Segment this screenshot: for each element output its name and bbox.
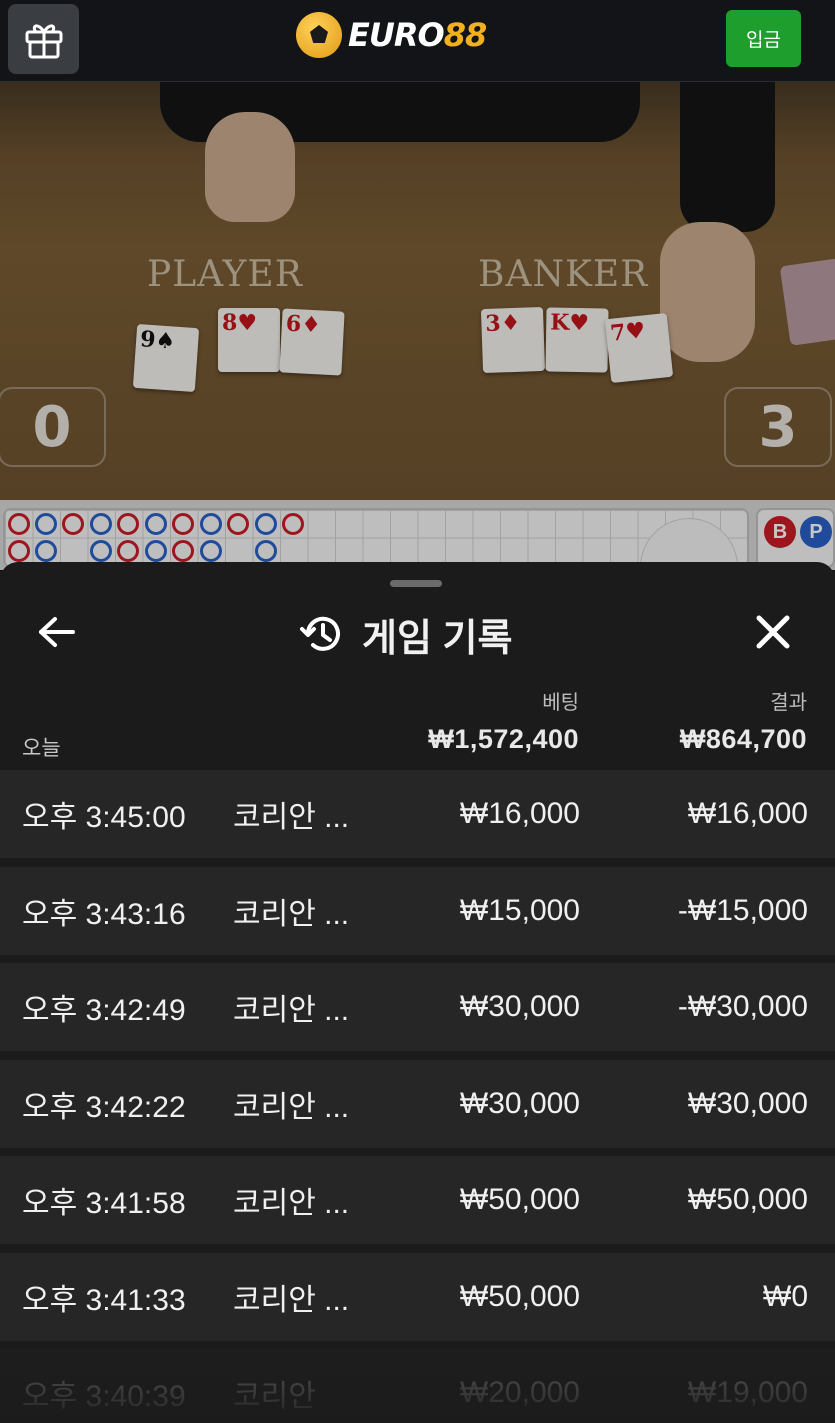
row-game: 코리안 ... <box>233 801 350 834</box>
history-row[interactable]: 오후 3:41:33 코리안 ... ₩50,000 ₩0 <box>0 1252 835 1341</box>
sheet-header: 게임 기록 <box>300 606 512 662</box>
banker-label: BANKER <box>478 254 649 295</box>
row-time: 오후 3:41:58 <box>22 1187 186 1220</box>
row-bet: ₩20,000 <box>459 1376 580 1409</box>
gift-icon <box>25 24 62 59</box>
result-column-header: 결과 <box>770 692 807 714</box>
road-dot-banker <box>117 513 139 535</box>
game-history-sheet: 게임 기록 베팅 결과 오늘 ₩1,572,400 ₩864,700 오후 3:… <box>0 562 835 1423</box>
road-dot-banker <box>227 513 249 535</box>
sheet-title: 게임 기록 <box>362 617 513 660</box>
row-game: 코리안 ... <box>233 1283 350 1317</box>
row-game: 코리안 ... <box>233 994 350 1027</box>
row-time: 오후 3:45:00 <box>22 801 186 834</box>
road-dot-player <box>255 513 277 535</box>
banker-card-3: 7♥ <box>604 312 674 384</box>
row-time: 오후 3:42:22 <box>22 1090 186 1124</box>
close-button[interactable] <box>748 608 798 656</box>
road-dot-banker <box>8 540 30 562</box>
row-result: ₩16,000 <box>687 797 808 830</box>
history-icon <box>300 616 340 651</box>
arrow-left-icon <box>39 617 75 647</box>
road-dot-banker <box>172 540 194 562</box>
euro88-logo[interactable]: EURO88 <box>296 10 488 60</box>
row-time: 오후 3:40:39 <box>22 1380 186 1413</box>
banker-card-1: 3♦ <box>480 306 546 374</box>
road-dot-banker <box>117 540 139 562</box>
player-ask-button[interactable]: P <box>800 516 832 548</box>
logo-text: EURO88 <box>348 16 488 54</box>
road-dot-player <box>200 540 222 562</box>
soccer-ball-icon <box>296 12 342 58</box>
dealer-right-hand <box>660 222 755 362</box>
road-dot-banker <box>282 513 304 535</box>
player-score: 0 <box>0 387 106 467</box>
history-row[interactable]: 오후 3:45:00 코리안 ... ₩16,000 ₩16,000 <box>0 770 835 858</box>
row-result: ₩19,000 <box>687 1376 808 1409</box>
row-time: 오후 3:42:49 <box>22 994 186 1027</box>
road-dot-player <box>35 513 57 535</box>
row-result: ₩50,000 <box>687 1183 808 1216</box>
logo-euro: EURO <box>348 16 445 54</box>
today-label: 오늘 <box>22 737 61 760</box>
road-dot-banker <box>62 513 84 535</box>
row-result: ₩0 <box>763 1279 808 1313</box>
row-bet: ₩50,000 <box>459 1183 580 1216</box>
total-bet: ₩1,572,400 <box>428 724 579 754</box>
logo-88: 88 <box>443 16 488 54</box>
row-game: 코리안 <box>233 1380 316 1413</box>
row-bet: ₩16,000 <box>459 797 580 830</box>
dealer-left-hand <box>205 112 295 222</box>
player-label: PLAYER <box>147 254 303 295</box>
banker-ask-button[interactable]: B <box>764 516 796 548</box>
bet-column-header: 베팅 <box>542 692 579 714</box>
road-dot-player <box>145 540 167 562</box>
road-dot-player <box>90 513 112 535</box>
dealer-right-arm <box>680 82 775 232</box>
row-result: ₩30,000 <box>687 1086 808 1120</box>
row-bet: ₩15,000 <box>459 893 580 927</box>
card-shoe <box>779 258 835 346</box>
row-result: -₩30,000 <box>677 990 808 1023</box>
row-game: 코리안 ... <box>233 897 350 931</box>
row-time: 오후 3:43:16 <box>22 897 186 931</box>
row-game: 코리안 ... <box>233 1187 350 1220</box>
history-row[interactable]: 오후 3:42:49 코리안 ... ₩30,000 -₩30,000 <box>0 963 835 1051</box>
row-result: -₩15,000 <box>677 893 808 927</box>
road-dot-player <box>255 540 277 562</box>
bead-road-grid <box>3 508 749 568</box>
top-bar: EURO88 입금 <box>0 0 835 82</box>
banker-card-2: K♥ <box>545 307 609 373</box>
row-game: 코리안 ... <box>233 1090 350 1124</box>
row-bet: ₩30,000 <box>459 1086 580 1120</box>
road-dot-banker <box>172 513 194 535</box>
close-icon <box>756 615 790 649</box>
player-card-1: 9♠ <box>132 323 200 393</box>
banker-score: 3 <box>724 387 832 467</box>
drag-handle[interactable] <box>390 580 442 587</box>
gift-button[interactable] <box>8 4 79 74</box>
live-dealer-video: PLAYER BANKER 9♠ 8♥ 6♦ 3♦ K♥ 7♥ 0 3 <box>0 82 835 500</box>
road-dot-player <box>35 540 57 562</box>
back-button[interactable] <box>32 610 82 654</box>
road-dot-banker <box>8 513 30 535</box>
history-row[interactable]: 오후 3:41:58 코리안 ... ₩50,000 ₩50,000 <box>0 1156 835 1244</box>
row-bet: ₩30,000 <box>459 990 580 1023</box>
road-dot-player <box>200 513 222 535</box>
total-result: ₩864,700 <box>679 724 807 754</box>
history-list: 오후 3:45:00 코리안 ... ₩16,000 ₩16,000 오후 3:… <box>0 770 835 1423</box>
banker-player-ask-panel: B P <box>756 508 835 568</box>
row-bet: ₩50,000 <box>459 1279 580 1313</box>
history-row[interactable]: 오후 3:42:22 코리안 ... ₩30,000 ₩30,000 <box>0 1059 835 1148</box>
deposit-button[interactable]: 입금 <box>726 10 801 67</box>
road-dot-player <box>90 540 112 562</box>
history-row[interactable]: 오후 3:43:16 코리안 ... ₩15,000 -₩15,000 <box>0 866 835 955</box>
player-card-3: 6♦ <box>279 308 345 376</box>
player-card-2: 8♥ <box>218 308 280 372</box>
road-dot-player <box>145 513 167 535</box>
history-row[interactable]: 오후 3:40:39 코리안 ₩20,000 ₩19,000 <box>0 1349 835 1423</box>
row-time: 오후 3:41:33 <box>22 1283 186 1317</box>
